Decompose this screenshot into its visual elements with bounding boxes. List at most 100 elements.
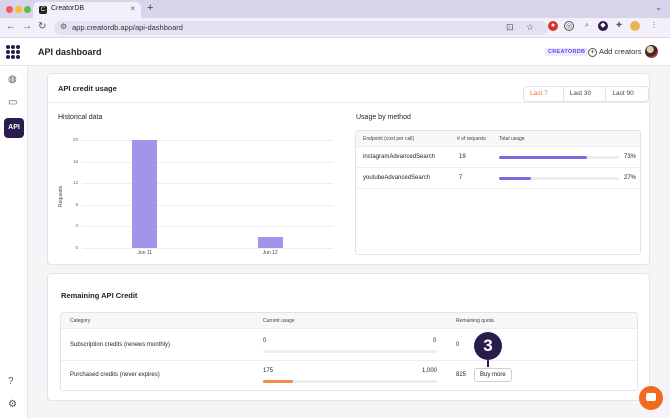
y-tick-label: 0 <box>75 245 78 250</box>
credit-used: 175 <box>263 368 274 374</box>
add-creators-button[interactable]: + Add creators <box>588 47 642 57</box>
usage-by-method-table: Endpoint (cost per call) # of requests T… <box>355 130 641 255</box>
date-range-selector: Last 7 days Last 30 days Last 90 days <box>523 86 649 102</box>
credit-limit: 0 <box>433 338 437 344</box>
help-icon[interactable]: ? <box>8 376 14 387</box>
remaining-credit-card: Remaining API Credit Category Current us… <box>47 273 650 401</box>
back-arrow-icon[interactable]: ← <box>6 21 16 32</box>
remaining-credit-title: Remaining API Credit <box>61 291 138 300</box>
brand-badge: CREATORDB <box>545 48 589 56</box>
y-tick-label: 20 <box>72 137 78 142</box>
credit-used: 0 <box>263 338 267 344</box>
request-count: 19 <box>459 154 466 160</box>
usage-by-method-title: Usage by method <box>356 114 411 121</box>
tab-title: CreatorDB <box>51 5 85 12</box>
y-tick-label: 12 <box>72 180 78 186</box>
main-content: API credit usage Last 7 days Last 30 day… <box>28 66 670 418</box>
credit-remaining: 825 <box>456 372 467 378</box>
table-header: Category Current usage Remaining quota <box>61 313 637 329</box>
request-count: 7 <box>459 175 463 181</box>
chart-gridline <box>82 204 333 206</box>
plus-icon: + <box>588 48 597 57</box>
sidebar-item-api[interactable]: API <box>4 118 24 138</box>
chat-support-button[interactable] <box>639 386 663 410</box>
close-window-dot[interactable] <box>6 6 13 13</box>
browser-tab[interactable]: C CreatorDB × <box>33 2 141 18</box>
usage-bar-track <box>499 156 619 159</box>
settings-gear-icon[interactable]: ⚙ <box>8 399 17 410</box>
minimize-window-dot[interactable] <box>15 6 22 13</box>
extension-search-icon[interactable]: ⌕ <box>582 21 592 31</box>
chart-bar[interactable] <box>257 237 283 248</box>
chart-gridline <box>82 248 333 249</box>
page-title: API dashboard <box>38 47 102 57</box>
table-header: Endpoint (cost per call) # of requests T… <box>356 131 640 147</box>
header-requests: # of requests <box>457 136 486 142</box>
chart-gridline <box>82 226 333 228</box>
usage-percent: 27% <box>624 175 637 181</box>
extension-circle-icon[interactable]: ◎ <box>564 21 574 31</box>
tab-close-icon[interactable]: × <box>130 4 135 13</box>
range-last-90-days[interactable]: Last 90 days <box>605 87 648 101</box>
usage-bar-fill <box>499 156 587 159</box>
tab-list-chevron-icon[interactable]: ⌄ <box>655 3 662 12</box>
range-last-30-days[interactable]: Last 30 days <box>562 87 606 101</box>
extension-red-icon[interactable]: ● <box>548 21 558 31</box>
extension-badge-icon[interactable]: ◆ <box>598 21 608 31</box>
chart-gridline <box>82 161 333 163</box>
header-current-usage: Current usage <box>263 318 295 324</box>
usage-percent: 73% <box>624 154 637 160</box>
row-divider <box>356 167 640 168</box>
reload-icon[interactable]: ↻ <box>38 21 46 32</box>
step-number-badge: 3 <box>474 332 502 360</box>
url-text: app.creatordb.app/api-dashboard <box>72 23 183 32</box>
credit-progress-fill <box>263 380 294 383</box>
maximize-window-dot[interactable] <box>24 6 31 13</box>
credit-category: Subscription credits (renews monthly) <box>70 342 171 348</box>
x-tick-label: Jun 11 <box>137 250 153 256</box>
browser-menu-icon[interactable]: ⋮ <box>649 21 659 31</box>
chart-gridline <box>82 183 333 185</box>
site-info-icon[interactable]: ⚙ <box>60 22 67 31</box>
header-total-usage: Total usage <box>499 136 525 142</box>
apps-grid-icon[interactable] <box>6 45 20 59</box>
install-app-icon[interactable]: ⊡ <box>506 22 514 33</box>
credit-progress-track <box>263 380 437 383</box>
header-remaining-quota: Remaining quota <box>456 318 494 324</box>
range-last-7-days[interactable]: Last 7 days <box>524 87 563 101</box>
address-bar[interactable]: ⚙ app.creatordb.app/api-dashboard ⊡ ☆ <box>54 21 548 35</box>
header-category: Category <box>70 318 91 324</box>
profile-avatar-icon[interactable] <box>630 21 640 31</box>
forward-arrow-icon[interactable]: → <box>22 21 32 32</box>
buy-more-button[interactable]: Buy more <box>474 368 512 382</box>
extensions-puzzle-icon[interactable]: ✚ <box>614 21 624 31</box>
usage-bar-track <box>499 177 619 180</box>
row-divider <box>61 360 637 361</box>
new-tab-icon[interactable]: + <box>147 2 153 14</box>
browser-tab-bar: C CreatorDB × + ⌄ <box>0 0 670 18</box>
endpoint-name: youtubeAdvancedSearch <box>363 175 431 181</box>
folder-icon[interactable]: ▭ <box>8 97 17 108</box>
user-avatar[interactable] <box>645 45 658 58</box>
row-divider <box>356 188 640 189</box>
usage-bar-fill <box>499 177 532 180</box>
x-tick-label: Jun 12 <box>262 250 278 256</box>
header-endpoint: Endpoint (cost per call) <box>363 136 415 142</box>
y-tick-label: 8 <box>75 201 78 207</box>
step-badge-pointer <box>487 360 489 367</box>
credit-category: Purchased credits (never expires) <box>70 372 160 378</box>
credit-usage-card: API credit usage Last 7 days Last 30 day… <box>47 73 650 265</box>
chart-bar[interactable] <box>132 140 158 248</box>
credit-remaining: 0 <box>456 342 460 348</box>
chart-y-axis-label: Requests <box>58 185 64 207</box>
y-tick-label: 16 <box>72 158 78 164</box>
globe-icon[interactable]: ◍ <box>8 74 17 85</box>
historical-chart: Requests 0 4 8 12 16 20 Jun 11 Jun 12 <box>48 74 348 266</box>
chart-gridline <box>82 140 333 141</box>
credit-progress-track <box>263 350 437 353</box>
remaining-credit-table: Category Current usage Remaining quota S… <box>60 312 638 391</box>
y-tick-label: 4 <box>75 223 78 229</box>
bookmark-star-icon[interactable]: ☆ <box>526 22 534 33</box>
endpoint-name: instagramAdvancedSearch <box>363 154 436 160</box>
sidebar: ◍ ▭ API ? ⚙ <box>0 66 28 418</box>
